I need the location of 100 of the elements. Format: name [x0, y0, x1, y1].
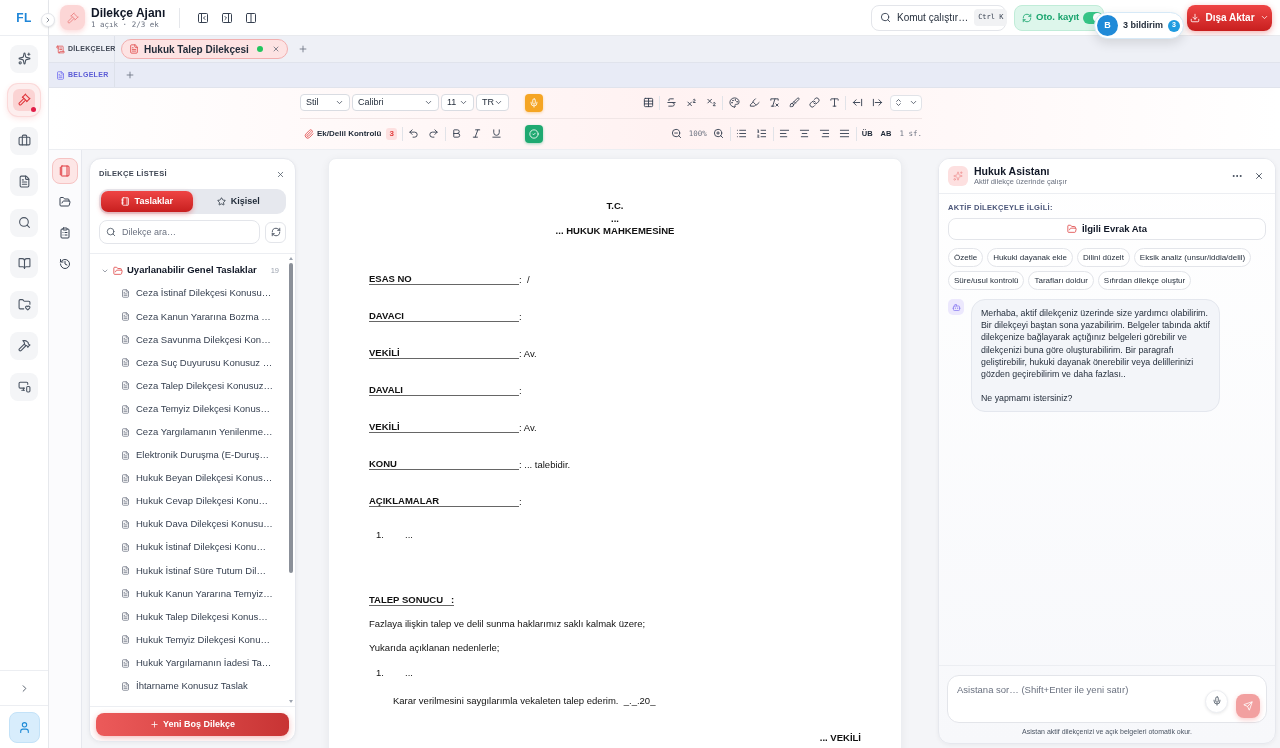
segment-tab[interactable]: Kişisel: [192, 191, 284, 212]
suggestion-chip[interactable]: Süre/usul kontrolü: [948, 271, 1025, 290]
file-icon: [56, 70, 65, 80]
send-icon: [1243, 700, 1253, 711]
attach-document-button[interactable]: İlgili Evrak Ata: [948, 218, 1266, 240]
suggestion-chip[interactable]: Eksik analiz (unsur/iddia/delil): [1133, 248, 1252, 267]
folder-toggle[interactable]: Uyarlanabilir Genel Taslaklar: [101, 263, 257, 278]
search-field[interactable]: Dilekçe ara…: [99, 220, 260, 244]
template-item[interactable]: Ceza Savunma Dilekçesi Kon…: [90, 328, 295, 352]
numbered-list-icon: [756, 128, 768, 140]
sidebar-button[interactable]: [10, 167, 38, 196]
template-item[interactable]: Ceza İstinaf Dilekçesi Konusu…: [90, 282, 295, 306]
export-button[interactable]: Dışa Aktar: [1187, 4, 1272, 31]
sidebar-button[interactable]: [10, 372, 38, 401]
file-icon: [121, 404, 130, 414]
palette-icon: [728, 97, 740, 109]
file-icon: [121, 543, 130, 553]
section-heading: TALEP SONUCU :: [369, 593, 455, 606]
list-text: ...: [405, 666, 413, 681]
template-item[interactable]: Hukuk İstinaf Süre Tutum Dil…: [90, 559, 295, 583]
court-heading: ...: [611, 212, 619, 225]
paperclip-icon: [304, 128, 314, 139]
chat-input[interactable]: Asistana sor… (Shift+Enter ile yeni satır): [947, 674, 1267, 723]
field-value: : Av.: [519, 347, 537, 359]
check-button[interactable]: [525, 124, 543, 143]
new-petition-button[interactable]: Yeni Boş Dilekçe: [96, 713, 289, 736]
sidebar-button[interactable]: [8, 83, 40, 116]
suggestion-chip[interactable]: Sıfırdan dilekçe oluştur: [1097, 271, 1192, 290]
template-item[interactable]: Hukuk Yargılamanın İadesi Ta…: [90, 651, 295, 675]
field-label: KONU: [369, 457, 519, 470]
file-icon: [121, 381, 130, 391]
highlighter-icon: [748, 97, 760, 109]
suggestion-chip[interactable]: Tarafları doldur: [1028, 271, 1094, 290]
style-select[interactable]: Stil: [300, 94, 350, 112]
document-tab[interactable]: Hukuk Talep Dilekçesi: [121, 39, 288, 59]
folder-icon: [113, 265, 123, 276]
font-select[interactable]: Calibri: [352, 94, 439, 112]
size-select[interactable]: 11: [441, 94, 474, 112]
file-icon: [121, 358, 130, 368]
user-icon: [17, 720, 31, 734]
template-item[interactable]: Hukuk Temyiz Dilekçesi Konu…: [90, 628, 295, 652]
bot-icon: [948, 299, 964, 315]
file-icon: [121, 612, 130, 622]
refresh-button[interactable]: [265, 221, 286, 243]
file-icon: [121, 658, 130, 668]
template-item[interactable]: Ceza Talep Dilekçesi Konusuz…: [90, 374, 295, 398]
template-item[interactable]: Ceza Temyiz Dilekçesi Konus…: [90, 397, 295, 421]
file-icon: [121, 289, 130, 299]
file-icon: [121, 681, 130, 691]
template-item[interactable]: Hukuk İstinaf Dilekçesi Konu…: [90, 536, 295, 560]
template-item[interactable]: Hukuk Dava Dilekçesi Konusu…: [90, 512, 295, 537]
sidebar-button[interactable]: [10, 44, 38, 73]
template-item[interactable]: Hukuk Talep Dilekçesi Konus…: [90, 605, 295, 629]
suggestion-chip[interactable]: Hukuki dayanak ekle: [987, 248, 1073, 267]
sidebar-button[interactable]: [10, 290, 38, 319]
line-spacing-icon: [894, 98, 903, 108]
outdent-icon: [851, 97, 863, 109]
list-text: ...: [405, 528, 413, 543]
search-icon: [106, 227, 116, 237]
template-item[interactable]: Elektronik Duruşma (E-Duruş…: [90, 443, 295, 467]
template-item[interactable]: İhtarname Konusuz Taslak: [90, 674, 295, 698]
profile-button[interactable]: [8, 711, 40, 743]
suggestion-chip[interactable]: Özetle: [948, 248, 984, 267]
clipboard-icon: [59, 226, 71, 239]
clear-format-icon: [768, 97, 780, 109]
sidebar-button[interactable]: [10, 331, 38, 360]
template-item[interactable]: Ceza Yargılamanın Yenilenme…: [90, 420, 295, 444]
sync-icon: [1022, 12, 1032, 23]
template-item[interactable]: Ceza Kanun Yararına Bozma …: [90, 305, 295, 329]
panel-button[interactable]: [52, 157, 78, 184]
file-icon: [121, 566, 130, 576]
evidence-check-button[interactable]: Ek/Delil Kontrolü 3: [304, 124, 400, 143]
star-icon: [216, 197, 226, 206]
segment-tab[interactable]: Taslaklar: [101, 191, 193, 212]
template-item[interactable]: Hukuk Cevap Dilekçesi Konu…: [90, 489, 295, 513]
template-item[interactable]: Hukuk Kanun Yararına Temyiz…: [90, 582, 295, 606]
plus-icon: [297, 44, 308, 54]
devices-icon: [17, 380, 31, 393]
line-spacing-select[interactable]: [890, 94, 922, 111]
sidebar-button[interactable]: [10, 249, 38, 278]
undo-icon: [408, 128, 420, 140]
text-icon: [828, 97, 840, 109]
redo-icon: [428, 128, 440, 140]
suggestion-chip[interactable]: Dilini düzelt: [1076, 248, 1130, 267]
file-icon: [121, 427, 130, 437]
field-value: :: [519, 384, 522, 396]
sidebar-button[interactable]: [10, 208, 38, 237]
strikethrough-icon: [665, 97, 677, 109]
file-icon: [121, 450, 130, 460]
paragraph: Fazlaya ilişkin talep ve delil sunma haklarımız saklı kalmak üzere;: [369, 617, 646, 630]
scrollbar[interactable]: [288, 257, 293, 703]
template-item[interactable]: Hukuk Beyan Dilekçesi Konus…: [90, 466, 295, 490]
search-icon: [880, 12, 891, 23]
field-value: : Av.: [519, 421, 537, 433]
language-select[interactable]: TR: [476, 94, 509, 112]
refresh-icon: [270, 227, 281, 237]
panel-right-icon: [221, 11, 234, 24]
sidebar-button[interactable]: [10, 126, 38, 155]
template-item[interactable]: Ceza Suç Duyurusu Konusuz …: [90, 351, 295, 375]
file-icon: [121, 335, 130, 345]
